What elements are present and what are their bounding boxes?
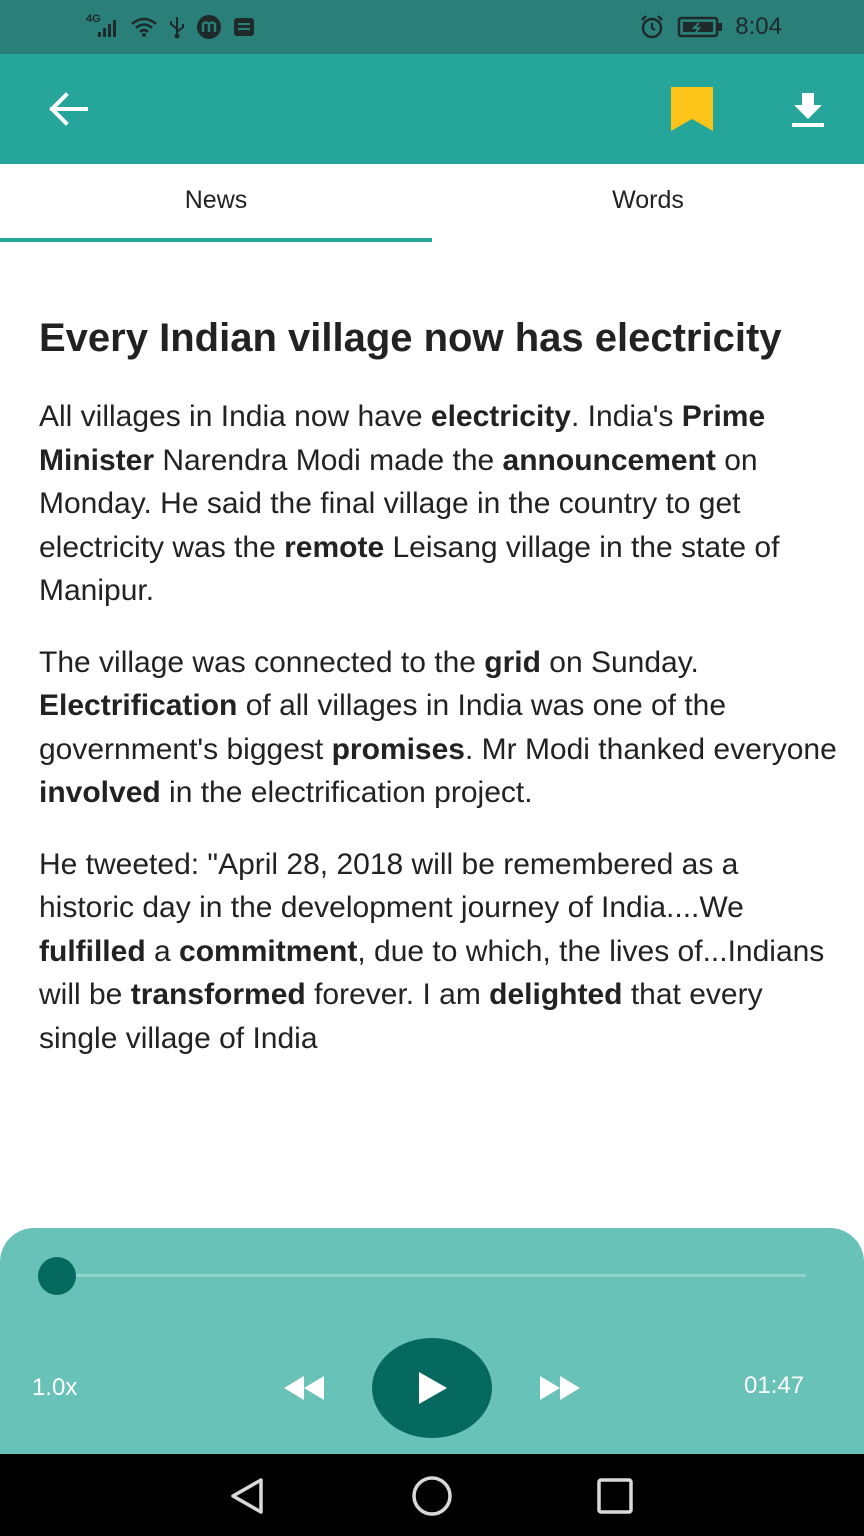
clock-time: 8:04 xyxy=(735,13,782,40)
m-app-icon xyxy=(196,14,222,40)
text-segment: a xyxy=(145,934,180,968)
nav-recents-button[interactable] xyxy=(590,1472,640,1520)
vocab-word[interactable]: delighted xyxy=(489,978,622,1011)
seek-thumb[interactable] xyxy=(38,1257,76,1295)
home-circle-icon xyxy=(411,1475,453,1517)
article-paragraph-1: All villages in India now have electrici… xyxy=(39,395,839,613)
vocab-word[interactable]: fulfilled xyxy=(39,935,146,968)
text-segment: Narendra Modi made the xyxy=(154,443,503,477)
arrow-left-icon xyxy=(46,91,90,127)
app-bar xyxy=(0,54,864,164)
status-icons-left: 4G xyxy=(86,12,256,42)
tab-news[interactable]: News xyxy=(0,164,432,242)
tab-words[interactable]: Words xyxy=(432,164,864,242)
playback-speed-button[interactable]: 1.0x xyxy=(32,1374,77,1402)
fast-forward-button[interactable] xyxy=(530,1368,590,1408)
fast-forward-icon xyxy=(538,1374,582,1402)
seek-bar[interactable] xyxy=(58,1274,806,1277)
battery-charging-icon xyxy=(677,15,723,39)
tab-bar: News Words xyxy=(0,164,864,242)
vocab-word[interactable]: promises xyxy=(332,733,465,766)
article-content[interactable]: Every Indian village now has electricity… xyxy=(39,242,839,1228)
usb-icon xyxy=(168,15,186,39)
system-nav-bar xyxy=(0,1454,864,1536)
alarm-icon xyxy=(639,14,665,40)
play-icon xyxy=(415,1370,449,1406)
play-button[interactable] xyxy=(372,1338,492,1438)
download-icon xyxy=(790,91,826,129)
bookmark-icon xyxy=(669,85,715,133)
back-button[interactable] xyxy=(40,84,96,134)
vocab-word[interactable]: involved xyxy=(39,776,161,809)
rewind-icon xyxy=(282,1374,326,1402)
vocab-word[interactable]: electricity xyxy=(431,400,571,433)
article-paragraph-2: The village was connected to the grid on… xyxy=(39,641,839,815)
status-bar: 4G 8:04 xyxy=(0,0,864,54)
text-segment: . India's xyxy=(570,400,682,433)
vocab-word[interactable]: announcement xyxy=(503,444,716,477)
text-segment: . Mr Modi thanked everyone xyxy=(464,732,837,766)
text-segment: He tweeted: "April 28, 2018 will be reme… xyxy=(39,847,744,925)
playback-time: 01:47 xyxy=(744,1372,805,1399)
vocab-word[interactable]: grid xyxy=(484,646,541,679)
status-icons-right: 8:04 xyxy=(639,12,782,42)
audio-player: 1.0x 01:47 xyxy=(0,1228,864,1454)
back-triangle-icon xyxy=(227,1476,267,1516)
nav-home-button[interactable] xyxy=(407,1472,457,1520)
wifi-icon xyxy=(130,16,158,38)
vocab-word[interactable]: remote xyxy=(284,531,384,564)
text-segment: The village was connected to the xyxy=(39,645,485,679)
recents-square-icon xyxy=(596,1477,634,1515)
article-title: Every Indian village now has electricity xyxy=(39,316,782,360)
text-segment: in the electrification project. xyxy=(160,776,533,809)
notification-icon xyxy=(232,16,256,38)
text-segment: forever. I am xyxy=(305,978,490,1011)
rewind-button[interactable] xyxy=(274,1368,334,1408)
vocab-word[interactable]: commitment xyxy=(179,935,357,968)
vocab-word[interactable]: transformed xyxy=(131,978,306,1011)
text-segment: on Sunday. xyxy=(540,645,699,679)
vocab-word[interactable]: Electrification xyxy=(39,689,237,722)
download-button[interactable] xyxy=(780,82,836,138)
bookmark-button[interactable] xyxy=(660,80,724,138)
text-segment: All villages in India now have xyxy=(39,400,431,433)
nav-back-button[interactable] xyxy=(222,1472,272,1520)
signal-icon: 4G xyxy=(86,13,120,39)
article-paragraph-3: He tweeted: "April 28, 2018 will be reme… xyxy=(39,843,839,1061)
